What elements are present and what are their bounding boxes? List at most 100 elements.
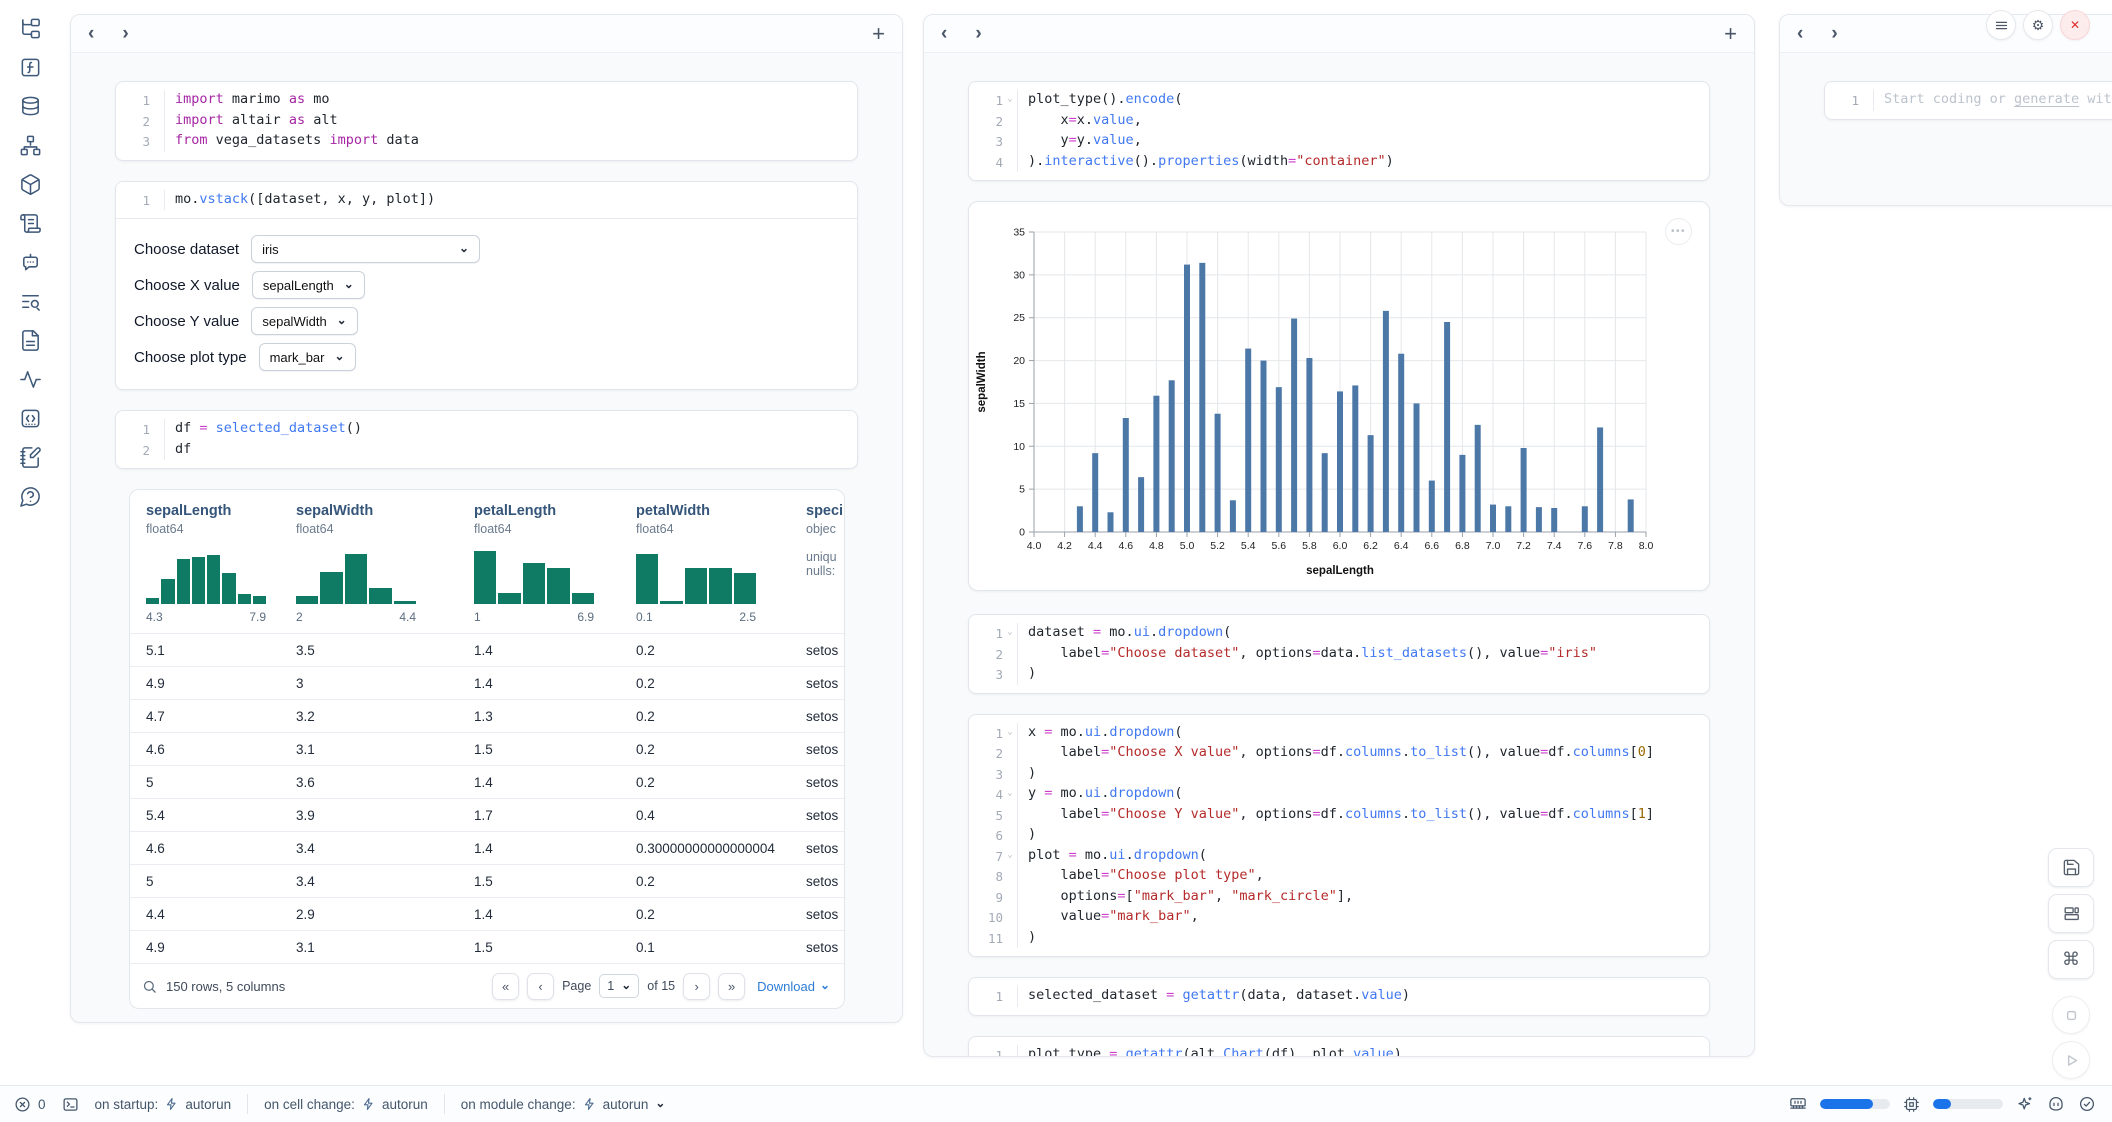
column-header-petalWidth[interactable]: petalWidthfloat640.12.5 [636, 490, 806, 633]
run-button[interactable] [2052, 1041, 2090, 1079]
menu-button[interactable] [1986, 10, 2016, 40]
scroll-right-button[interactable]: › [122, 24, 128, 43]
last-page-button[interactable]: » [718, 973, 745, 1000]
tracing-icon[interactable] [19, 367, 43, 391]
code-editor[interactable]: 1df = selected_dataset()2df [116, 411, 857, 468]
keyboard-shortcuts-button[interactable]: ⌘ [2048, 940, 2094, 979]
page-label: Page [562, 979, 591, 993]
connection-status-button[interactable] [2078, 1095, 2096, 1113]
prev-page-button[interactable]: ‹ [527, 973, 554, 1000]
column-header-speci[interactable]: speciobjecuniqunulls: [806, 490, 844, 633]
cell-plot-type[interactable]: 1plot_type = getattr(alt.Chart(df), plot… [968, 1036, 1710, 1058]
column-header-petalLength[interactable]: petalLengthfloat6416.9 [474, 490, 636, 633]
dependencies-icon[interactable] [19, 133, 43, 157]
code-editor[interactable]: 1⌄plot_type().encode(2 x=x.value,3 y=y.v… [969, 82, 1709, 180]
table-row[interactable]: 4.63.11.50.2setos [130, 732, 844, 765]
add-column-button[interactable]: + [872, 23, 885, 45]
copilot-button[interactable] [2047, 1095, 2065, 1113]
functions-icon[interactable] [19, 55, 43, 79]
table-row[interactable]: 53.41.50.2setos [130, 864, 844, 897]
table-body: 5.13.51.40.2setos4.931.40.2setos4.73.21.… [130, 633, 844, 963]
code-editor[interactable]: 1import marimo as mo2import altair as al… [116, 82, 857, 160]
on-module-change-setting[interactable]: on module change: autorun ⌄ [461, 1097, 666, 1112]
ai-sparkle-button[interactable] [2016, 1095, 2034, 1113]
table-row[interactable]: 5.43.91.70.4setos [130, 798, 844, 831]
documentation-icon[interactable] [19, 328, 43, 352]
scroll-left-button[interactable]: ‹ [1797, 24, 1803, 43]
svg-text:7.8: 7.8 [1608, 540, 1623, 552]
cell-xy-plot-dropdowns[interactable]: 1⌄x = mo.ui.dropdown(2 label="Choose X v… [968, 714, 1710, 958]
help-icon[interactable] [19, 484, 43, 508]
code-editor[interactable]: 1⌄dataset = mo.ui.dropdown(2 label="Choo… [969, 615, 1709, 693]
next-page-button[interactable]: › [683, 973, 710, 1000]
table-row[interactable]: 4.931.40.2setos [130, 666, 844, 699]
code-editor[interactable]: 1Start coding or generate with [1825, 82, 2112, 119]
code-editor[interactable]: 1selected_dataset = getattr(data, datase… [969, 978, 1709, 1015]
on-startup-setting[interactable]: on startup: autorun [95, 1097, 232, 1112]
scroll-left-button[interactable]: ‹ [941, 24, 947, 43]
cell-plot-encode[interactable]: 1⌄plot_type().encode(2 x=x.value,3 y=y.v… [968, 81, 1710, 181]
snippets-icon[interactable] [19, 406, 43, 430]
svg-text:4.4: 4.4 [1088, 540, 1103, 552]
plot-type-select[interactable]: mark_bar⌄ [259, 343, 356, 371]
layout-button[interactable] [2048, 894, 2094, 933]
table-row[interactable]: 5.13.51.40.2setos [130, 633, 844, 666]
cell-imports[interactable]: 1import marimo as mo2import altair as al… [115, 81, 858, 161]
terminal-button[interactable] [62, 1096, 79, 1113]
file-tree-icon[interactable] [19, 16, 43, 40]
page-number-select[interactable]: 1⌄ [599, 974, 639, 998]
table-row[interactable]: 4.63.41.40.30000000000000004setos [130, 831, 844, 864]
ram-usage-bar[interactable] [1820, 1099, 1890, 1109]
column-header-sepalLength[interactable]: sepalLengthfloat644.37.9 [146, 490, 296, 633]
database-icon[interactable] [19, 94, 43, 118]
add-column-button[interactable]: + [1724, 23, 1737, 45]
altair-bar-chart[interactable]: 051015202530354.04.24.44.64.85.05.25.45.… [969, 202, 1708, 590]
packages-icon[interactable] [19, 172, 43, 196]
column-header-sepalWidth[interactable]: sepalWidthfloat6424.4 [296, 490, 474, 633]
svg-text:30: 30 [1013, 269, 1025, 281]
search-icon[interactable] [142, 979, 157, 994]
cell-dataset-dropdown[interactable]: 1⌄dataset = mo.ui.dropdown(2 label="Choo… [968, 614, 1710, 694]
scroll-right-button[interactable]: › [975, 24, 981, 43]
search-toc-icon[interactable] [19, 289, 43, 313]
code-editor[interactable]: 1⌄x = mo.ui.dropdown(2 label="Choose X v… [969, 715, 1709, 957]
plot-type-dropdown-row: Choose plot type mark_bar⌄ [134, 339, 839, 375]
first-page-button[interactable]: « [492, 973, 519, 1000]
left-notebook-column: ‹ › + 1import marimo as mo2import altair… [70, 14, 903, 1023]
left-panel-toolbar: ‹ › + [71, 15, 902, 53]
dataset-select[interactable]: iris⌄ [251, 235, 480, 263]
on-cell-change-setting[interactable]: on cell change: autorun [264, 1097, 428, 1112]
chevron-down-icon: ⌄ [621, 978, 631, 992]
terminal-icon [62, 1096, 79, 1113]
ai-chat-icon[interactable] [19, 250, 43, 274]
scratchpad-icon[interactable] [19, 445, 43, 469]
svg-text:0: 0 [1019, 527, 1025, 539]
cell-new-empty[interactable]: 1Start coding or generate with [1824, 81, 2112, 120]
save-button[interactable] [2048, 848, 2094, 887]
cell-selected-dataset[interactable]: 1selected_dataset = getattr(data, datase… [968, 977, 1710, 1016]
chart-menu-button[interactable]: ••• [1665, 218, 1692, 245]
lightning-icon [583, 1097, 596, 1111]
code-editor[interactable]: 1mo.vstack([dataset, x, y, plot]) [116, 182, 857, 219]
scroll-left-button[interactable]: ‹ [88, 24, 94, 43]
cpu-usage-bar[interactable] [1933, 1099, 2003, 1109]
table-row[interactable]: 4.73.21.30.2setos [130, 699, 844, 732]
chart-output: 051015202530354.04.24.44.64.85.05.25.45.… [968, 201, 1710, 591]
x-value-select[interactable]: sepalLength⌄ [252, 271, 365, 299]
table-row[interactable]: 4.42.91.40.2setos [130, 897, 844, 930]
error-counter[interactable]: 0 [14, 1096, 46, 1113]
cell-df[interactable]: 1df = selected_dataset()2df [115, 410, 858, 469]
download-button[interactable]: Download⌄ [757, 979, 830, 994]
logs-icon[interactable] [19, 211, 43, 235]
svg-text:5: 5 [1019, 484, 1025, 496]
settings-button[interactable]: ⚙ [2023, 10, 2053, 40]
code-editor[interactable]: 1plot_type = getattr(alt.Chart(df), plot… [969, 1037, 1709, 1058]
svg-text:6.8: 6.8 [1455, 540, 1470, 552]
table-row[interactable]: 4.93.11.50.1setos [130, 930, 844, 963]
y-value-select[interactable]: sepalWidth⌄ [251, 307, 357, 335]
cell-vstack[interactable]: 1mo.vstack([dataset, x, y, plot]) Choose… [115, 181, 858, 391]
scroll-right-button[interactable]: › [1831, 24, 1837, 43]
table-row[interactable]: 53.61.40.2setos [130, 765, 844, 798]
shutdown-button[interactable]: ✕ [2060, 10, 2090, 40]
stop-button[interactable] [2052, 996, 2090, 1034]
